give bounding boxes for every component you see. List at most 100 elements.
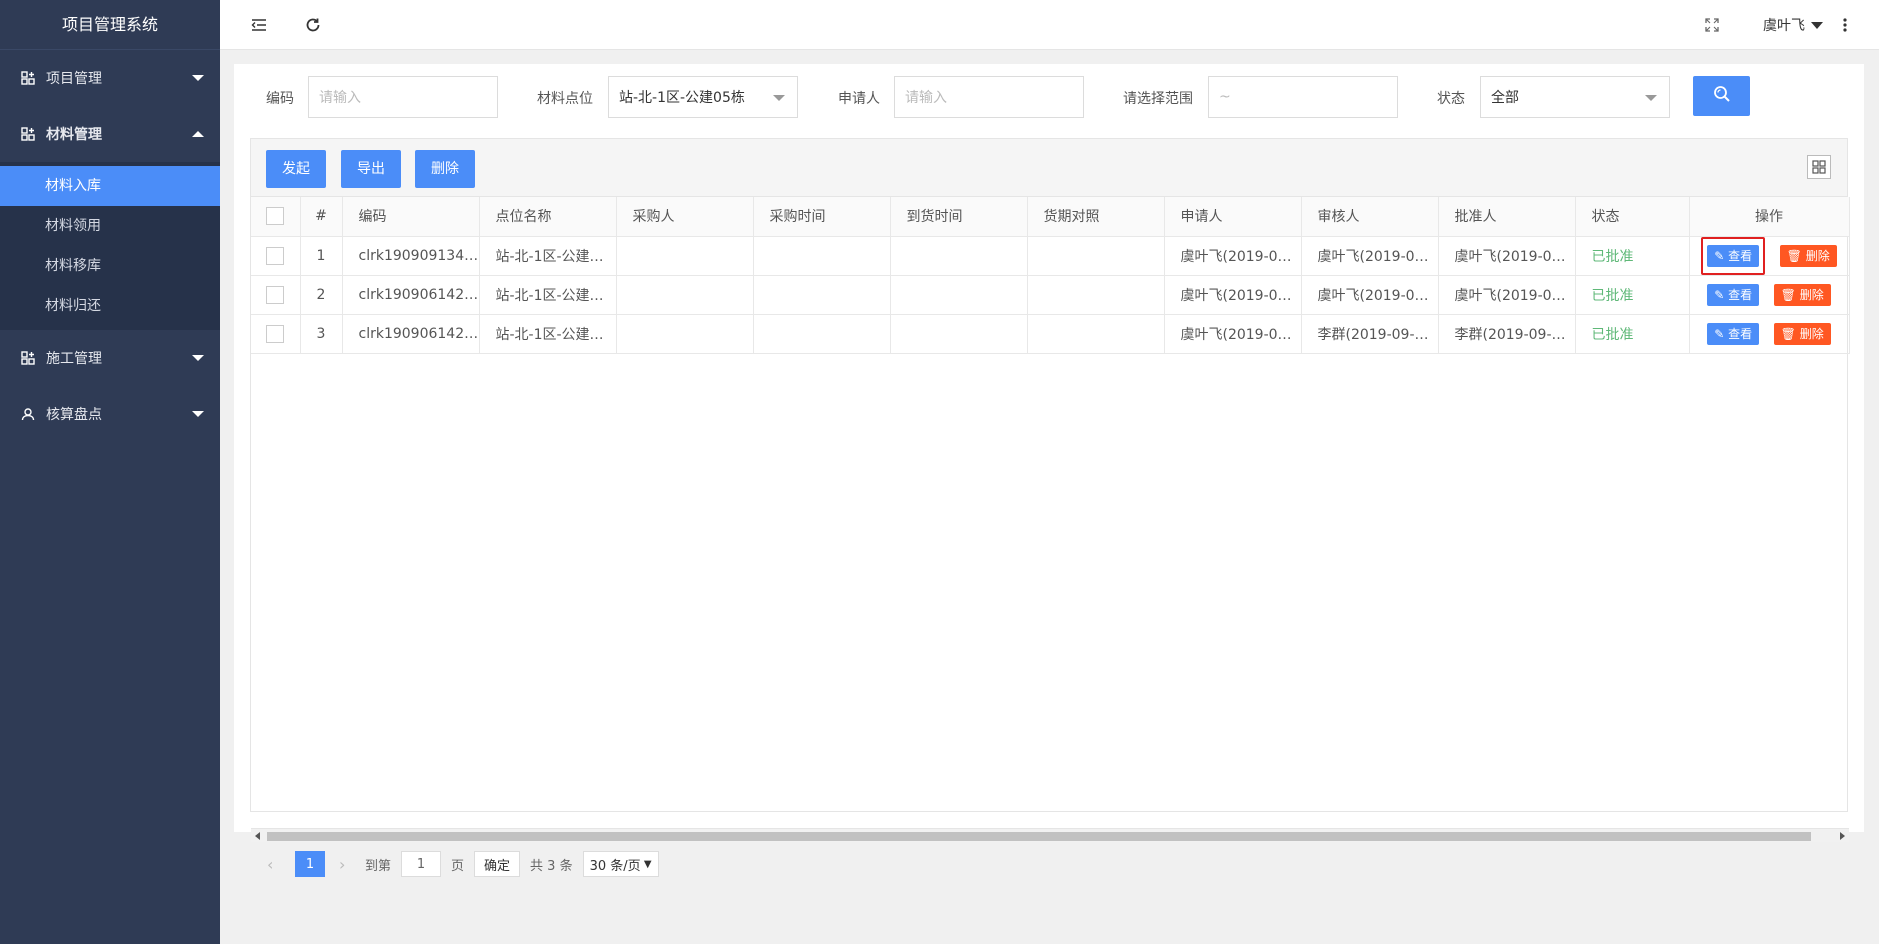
row-number: 1 — [300, 236, 343, 276]
fullscreen-icon[interactable] — [1705, 18, 1723, 36]
chevron-up-icon — [192, 131, 204, 137]
sidebar: 项目管理系统 项目管理 材料管理 材料入库 材料领用 材料移库 材料归还 施工管… — [0, 0, 220, 944]
delete-button[interactable]: 删除 — [415, 150, 475, 188]
table-row: 3 clrk190906142… 站-北-1区-公建… 虞叶飞(2019-0… … — [251, 314, 1850, 354]
status-badge: 已批准 — [1575, 314, 1690, 354]
col-header: # — [300, 197, 343, 237]
cell-code: clrk190909134… — [342, 236, 480, 276]
sidebar-item-label: 材料管理 — [46, 127, 102, 143]
sidebar-item-project[interactable]: 项目管理 — [0, 50, 220, 106]
prev-page-icon[interactable]: ‹ — [267, 855, 289, 874]
view-label: 查看 — [1728, 248, 1753, 263]
cell-buyer — [616, 236, 754, 276]
row-delete-button[interactable]: 🗑 删除 — [1779, 244, 1837, 267]
user-menu[interactable]: 虞叶飞 — [1763, 15, 1823, 35]
user-icon — [20, 406, 36, 422]
modules-icon — [20, 126, 36, 142]
row-number: 3 — [300, 314, 343, 354]
refresh-icon[interactable] — [304, 16, 322, 34]
sidebar-item-material-use[interactable]: 材料领用 — [0, 206, 220, 246]
scroll-right-icon[interactable] — [1840, 832, 1845, 840]
row-delete-button[interactable]: 🗑 删除 — [1773, 283, 1831, 306]
sidebar-item-construction[interactable]: 施工管理 — [0, 330, 220, 386]
row-select-cell[interactable] — [251, 314, 301, 354]
cell-applicant: 虞叶飞(2019-0… — [1164, 275, 1302, 315]
status-select[interactable]: 全部 — [1480, 76, 1670, 118]
export-button[interactable]: 导出 — [341, 150, 401, 188]
applicant-input[interactable]: 请输入 — [894, 76, 1084, 118]
cell-actions: ✎ 查看 🗑 删除 — [1689, 236, 1850, 276]
col-header: 采购人 — [616, 197, 754, 237]
total-count: 共 3 条 — [530, 858, 573, 874]
cell-arrive-time — [890, 314, 1028, 354]
more-vertical-icon[interactable] — [1842, 17, 1860, 35]
search-button[interactable] — [1693, 76, 1750, 116]
status-badge: 已批准 — [1575, 236, 1690, 276]
col-header: 编码 — [342, 197, 480, 237]
table-toolbar: 发起 导出 删除 — [251, 139, 1847, 197]
select-all-cell[interactable] — [251, 197, 301, 237]
status-badge: 已批准 — [1575, 275, 1690, 315]
col-header: 点位名称 — [479, 197, 617, 237]
status-value: 全部 — [1491, 90, 1519, 106]
cell-arrive-time — [890, 275, 1028, 315]
next-page-icon[interactable]: › — [339, 855, 361, 874]
cell-approver: 李群(2019-09-… — [1438, 314, 1576, 354]
cell-actions: ✎ 查看 🗑 删除 — [1689, 314, 1850, 354]
start-button[interactable]: 发起 — [266, 150, 326, 188]
row-checkbox[interactable] — [266, 246, 285, 265]
table-row: 1 clrk190909134… 站-北-1区-公建… 虞叶飞(2019-0… … — [251, 236, 1850, 276]
col-header: 到货时间 — [890, 197, 1028, 237]
date-range-input[interactable]: ~ — [1208, 76, 1398, 118]
horizontal-scrollbar[interactable] — [251, 828, 1849, 842]
scroll-left-icon[interactable] — [255, 832, 260, 840]
cell-buyer — [616, 275, 754, 315]
goto-page-input[interactable]: 1 — [401, 851, 442, 877]
view-button[interactable]: ✎ 查看 — [1707, 283, 1760, 306]
view-button[interactable]: ✎ 查看 — [1707, 322, 1760, 345]
select-all-checkbox[interactable] — [266, 207, 285, 226]
page-1-button[interactable]: 1 — [295, 851, 325, 877]
confirm-button[interactable]: 确定 — [474, 851, 521, 877]
cell-arrive-time — [890, 236, 1028, 276]
location-label: 材料点位 — [537, 91, 593, 107]
cell-location: 站-北-1区-公建… — [479, 275, 617, 315]
sidebar-item-label: 施工管理 — [46, 351, 102, 367]
chevron-down-icon — [192, 355, 204, 361]
col-header: 批准人 — [1438, 197, 1576, 237]
code-input[interactable]: 请输入 — [308, 76, 498, 118]
menu-fold-icon[interactable] — [250, 16, 268, 34]
row-select-cell[interactable] — [251, 275, 301, 315]
sidebar-item-accounting[interactable]: 核算盘点 — [0, 386, 220, 442]
view-button[interactable]: ✎ 查看 — [1707, 244, 1760, 267]
sidebar-item-label: 核算盘点 — [46, 407, 102, 423]
sidebar-item-material-return[interactable]: 材料归还 — [0, 286, 220, 326]
cell-reviewer: 虞叶飞(2019-0… — [1301, 275, 1439, 315]
cell-approver: 虞叶飞(2019-0… — [1438, 236, 1576, 276]
columns-icon[interactable] — [1807, 155, 1831, 179]
sidebar-item-material-inbound[interactable]: 材料入库 — [0, 166, 220, 206]
page-label: 页 — [451, 858, 465, 874]
sidebar-item-material-transfer[interactable]: 材料移库 — [0, 246, 220, 286]
applicant-label: 申请人 — [838, 91, 880, 107]
modules-icon — [20, 70, 36, 86]
caret-down-icon — [1811, 21, 1823, 29]
chevron-down-icon — [1645, 95, 1657, 101]
delete-label: 删除 — [1799, 326, 1824, 341]
row-delete-button[interactable]: 🗑 删除 — [1773, 322, 1831, 345]
location-select[interactable]: 站-北-1区-公建05栋 — [608, 76, 798, 118]
chevron-down-icon — [773, 95, 785, 101]
sidebar-item-material[interactable]: 材料管理 — [0, 106, 220, 162]
cell-buy-time — [753, 236, 891, 276]
sidebar-item-label: 项目管理 — [46, 71, 102, 87]
col-header: 采购时间 — [753, 197, 891, 237]
page-size-select[interactable]: 30 条/页 ▼ — [582, 851, 659, 877]
row-select-cell[interactable] — [251, 236, 301, 276]
row-checkbox[interactable] — [266, 285, 285, 304]
row-checkbox[interactable] — [266, 324, 285, 343]
cell-applicant: 虞叶飞(2019-0… — [1164, 236, 1302, 276]
cell-code: clrk190906142… — [342, 275, 480, 315]
col-header: 审核人 — [1301, 197, 1439, 237]
cell-applicant: 虞叶飞(2019-0… — [1164, 314, 1302, 354]
scroll-thumb[interactable] — [267, 832, 1811, 841]
